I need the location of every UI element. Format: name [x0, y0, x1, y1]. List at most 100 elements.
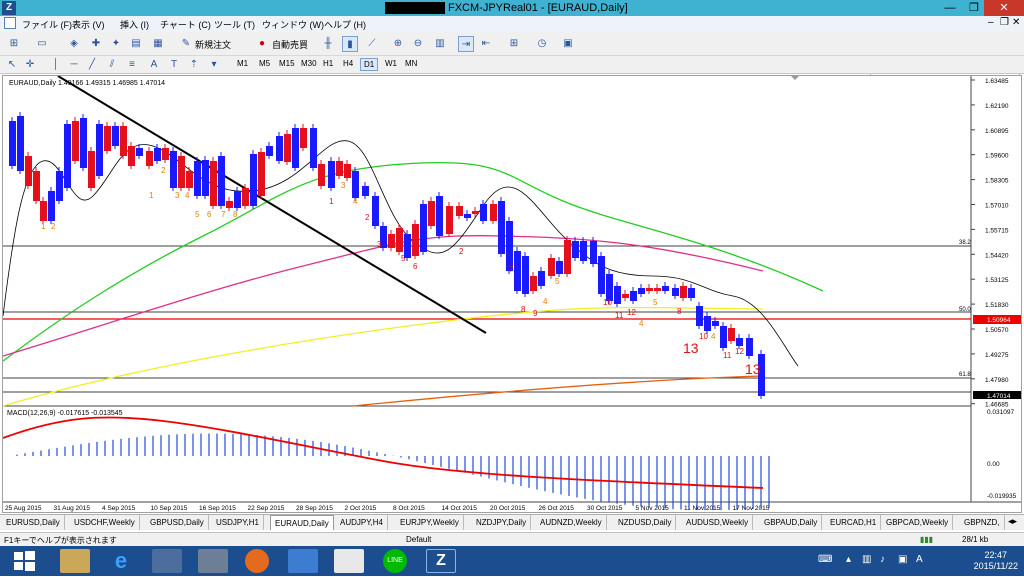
close-button[interactable]: ✕ [984, 0, 1024, 16]
terminal-icon[interactable]: ▤ [128, 36, 144, 52]
tab-gbpnzd[interactable]: GBPNZD, [960, 515, 1005, 530]
tf-d1[interactable]: D1 [360, 58, 379, 71]
channel-icon[interactable]: ⫽ [104, 57, 120, 73]
navigator-icon[interactable]: ✦ [108, 36, 124, 52]
more-tools-icon[interactable]: ▾ [206, 57, 222, 73]
ime-icon[interactable]: ▣ [898, 554, 907, 565]
strategy-tester-icon[interactable]: ▦ [150, 36, 166, 52]
network-tray-icon[interactable]: ▥ [862, 554, 871, 565]
candle-body [736, 338, 743, 346]
file-explorer-icon[interactable] [60, 549, 90, 573]
tf-m1[interactable]: M1 [234, 58, 251, 69]
new-order-button[interactable]: 新規注文 [195, 38, 231, 51]
new-order-icon[interactable]: ✎ [178, 36, 194, 52]
tab-nzdjpy-daily[interactable]: NZDJPY,Daily [472, 515, 532, 530]
firefox-icon[interactable] [245, 549, 269, 573]
tab-audnzd-weekly[interactable]: AUDNZD,Weekly [536, 515, 607, 530]
tab-audusd-weekly[interactable]: AUDUSD,Weekly [682, 515, 754, 530]
tf-m30[interactable]: M30 [298, 58, 320, 69]
menu-help[interactable]: ヘルプ (H) [324, 18, 366, 31]
tab-gbpcad-weekly[interactable]: GBPCAD,Weekly [882, 515, 954, 530]
chart-window[interactable]: EURAUD,Daily 1.49166 1.49315 1.46985 1.4… [2, 75, 1022, 513]
date-label: 28 Sep 2015 [296, 505, 333, 512]
computer-icon[interactable] [152, 549, 182, 573]
vertical-line-icon[interactable]: │ [48, 57, 64, 73]
label-icon[interactable]: T [166, 57, 182, 73]
chart-canvas[interactable]: EURAUD,Daily 1.49166 1.49315 1.46985 1.4… [3, 76, 1021, 512]
cursor-icon[interactable]: ↖ [4, 57, 20, 73]
internet-explorer-icon[interactable]: e [106, 549, 136, 573]
tab-nzdusd-daily[interactable]: NZDUSD,Daily [614, 515, 677, 530]
ime-mode-icon[interactable]: A [916, 554, 923, 565]
tab-audjpy-h4[interactable]: AUDJPY,H4 [336, 515, 388, 530]
line-chart-icon[interactable]: ⟋ [364, 36, 380, 52]
auto-trade-icon[interactable]: ● [254, 36, 270, 52]
menu-view[interactable]: 表示 (V) [72, 18, 105, 31]
notepad-icon[interactable] [334, 549, 364, 573]
volume-icon[interactable]: ♪ [880, 554, 885, 565]
auto-trade-button[interactable]: 自動売買 [272, 38, 308, 51]
start-icon[interactable] [8, 547, 40, 571]
menu-chart[interactable]: チャート (C) [160, 18, 211, 31]
network-icon[interactable] [198, 549, 228, 573]
tf-h4[interactable]: H4 [340, 58, 356, 69]
menu-window[interactable]: ウィンドウ (W) [262, 18, 324, 31]
indicators-icon[interactable]: ⊞ [506, 36, 522, 52]
candle-body [420, 204, 427, 252]
tf-mn[interactable]: MN [402, 58, 420, 69]
candle-body [146, 151, 153, 166]
zoom-out-icon[interactable]: ⊖ [410, 36, 426, 52]
arrows-icon[interactable]: ⇡ [186, 57, 202, 73]
menu-tools[interactable]: ツール (T) [214, 18, 255, 31]
fibonacci-icon[interactable]: ≡ [124, 57, 140, 73]
tab-eurusd-daily[interactable]: EURUSD,Daily [2, 515, 65, 530]
candle-body [186, 171, 193, 188]
crosshair-icon[interactable]: ✛ [22, 57, 38, 73]
tf-m5[interactable]: M5 [256, 58, 273, 69]
chart-shift-icon[interactable]: ⇤ [478, 36, 494, 52]
maximize-button[interactable]: ❐ [964, 0, 984, 16]
mdi-close-button[interactable]: ✕ [1012, 17, 1020, 28]
app-icon-blue[interactable] [288, 549, 318, 573]
tab-eurjpy-weekly[interactable]: EURJPY,Weekly [396, 515, 464, 530]
tf-h1[interactable]: H1 [320, 58, 336, 69]
trendline-icon[interactable]: ╱ [84, 57, 100, 73]
td-count-label: 4 [185, 191, 190, 200]
candle-body [48, 191, 55, 221]
minimize-button[interactable]: — [936, 0, 964, 16]
show-hidden-icon[interactable]: ▴ [846, 554, 851, 565]
data-window-icon[interactable]: ✚ [88, 36, 104, 52]
menu-insert[interactable]: 挿入 (I) [120, 18, 149, 31]
tab-usdchf-weekly[interactable]: USDCHF,Weekly [70, 515, 140, 530]
tab-eurcad-h1[interactable]: EURCAD,H1 [826, 515, 882, 530]
metatrader-icon[interactable]: Z [426, 549, 456, 573]
tile-windows-icon[interactable]: ▥ [432, 36, 448, 52]
tab-gbpusd-daily[interactable]: GBPUSD,Daily [146, 515, 209, 530]
text-icon[interactable]: A [146, 57, 162, 73]
tf-w1[interactable]: W1 [382, 58, 400, 69]
new-chart-icon[interactable]: ⊞ [6, 36, 22, 52]
taskbar: e LINE Z ⌨ ▴ ▥ ♪ ▣ A 22:47 2015/11/22 [0, 546, 1024, 576]
templates-icon[interactable]: ▣ [560, 36, 576, 52]
line-icon[interactable]: LINE [383, 549, 407, 573]
tab-gbpaud-daily[interactable]: GBPAUD,Daily [760, 515, 823, 530]
profiles-icon[interactable]: ▭ [34, 36, 50, 52]
tab-scroll-icon[interactable]: ◂▸ [1008, 516, 1017, 527]
market-watch-icon[interactable]: ◈ [66, 36, 82, 52]
clock[interactable]: 22:47 2015/11/22 [974, 550, 1018, 572]
zoom-in-icon[interactable]: ⊕ [390, 36, 406, 52]
autoscroll-icon[interactable]: ⇥ [458, 36, 474, 52]
menu-file[interactable]: ファイル (F) [22, 18, 72, 31]
mdi-restore-button[interactable]: ❐ [1000, 17, 1009, 28]
bar-chart-icon[interactable]: ╫ [320, 36, 336, 52]
red-level-label: 1.50964 [987, 317, 1011, 324]
tab-euraud-daily[interactable]: EURAUD,Daily [270, 515, 334, 530]
horizontal-line-icon[interactable]: ─ [66, 57, 82, 73]
tab-usdjpy-h1[interactable]: USDJPY,H1 [212, 515, 264, 530]
td-count-label: 4 [639, 319, 644, 328]
mdi-minimize-button[interactable]: – [988, 17, 994, 28]
keyboard-icon[interactable]: ⌨ [818, 554, 832, 565]
periods-icon[interactable]: ◷ [534, 36, 550, 52]
tf-m15[interactable]: M15 [276, 58, 298, 69]
candlestick-icon[interactable]: ▮ [342, 36, 358, 52]
